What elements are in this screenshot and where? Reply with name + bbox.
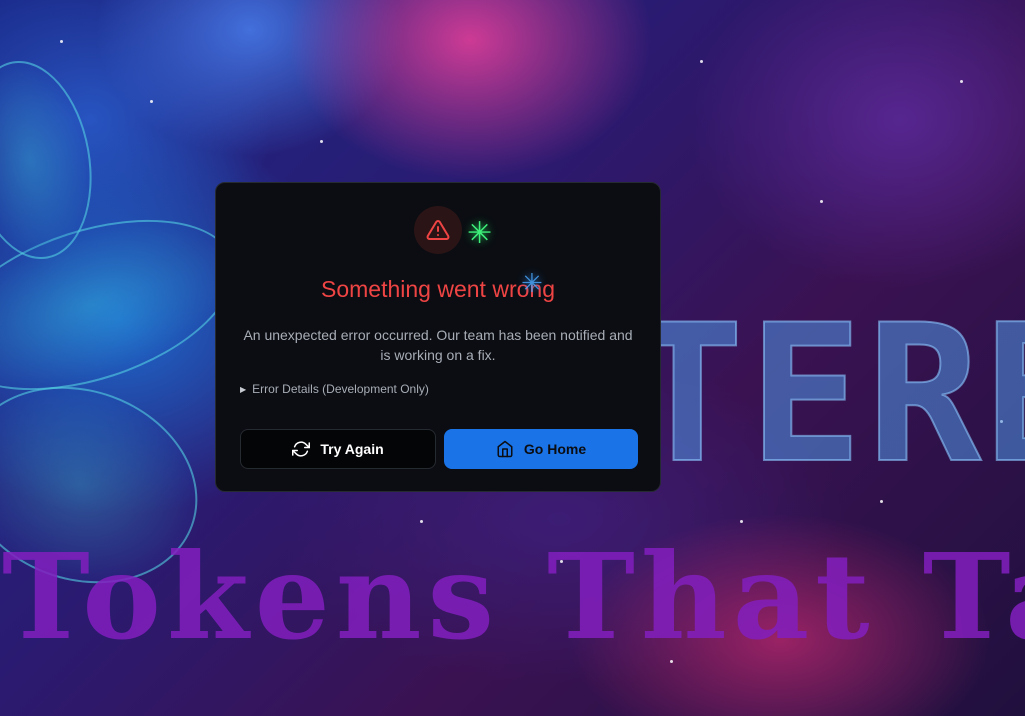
alert-triangle-icon [414,206,462,254]
caret-right-icon: ▶ [240,384,247,394]
try-again-button[interactable]: Try Again [240,429,436,469]
star [820,200,823,203]
star [150,100,153,103]
star [320,140,323,143]
error-dialog: Something went wrong An unexpected error… [215,182,661,492]
sparkle-icon: ✳ [467,217,493,250]
error-description: An unexpected error occurred. Our team h… [243,327,633,363]
star [960,80,963,83]
background-brand-text: TERBY [629,284,1025,505]
go-home-label: Go Home [523,441,587,457]
sparkle-icon: ✳ [521,268,543,298]
error-details-toggle[interactable]: ▶ Error Details (Development Only) [240,382,429,396]
star [420,520,423,523]
refresh-icon [292,440,311,458]
star [700,60,703,63]
error-title: Something went wrong [321,276,555,302]
try-again-label: Try Again [320,441,384,457]
star [740,520,743,523]
go-home-button[interactable]: Go Home [444,429,638,469]
star [60,40,63,43]
background-tagline: Tokens That Talk [2,527,1025,666]
home-icon [496,440,514,458]
error-details-label: Error Details (Development Only) [252,382,429,396]
